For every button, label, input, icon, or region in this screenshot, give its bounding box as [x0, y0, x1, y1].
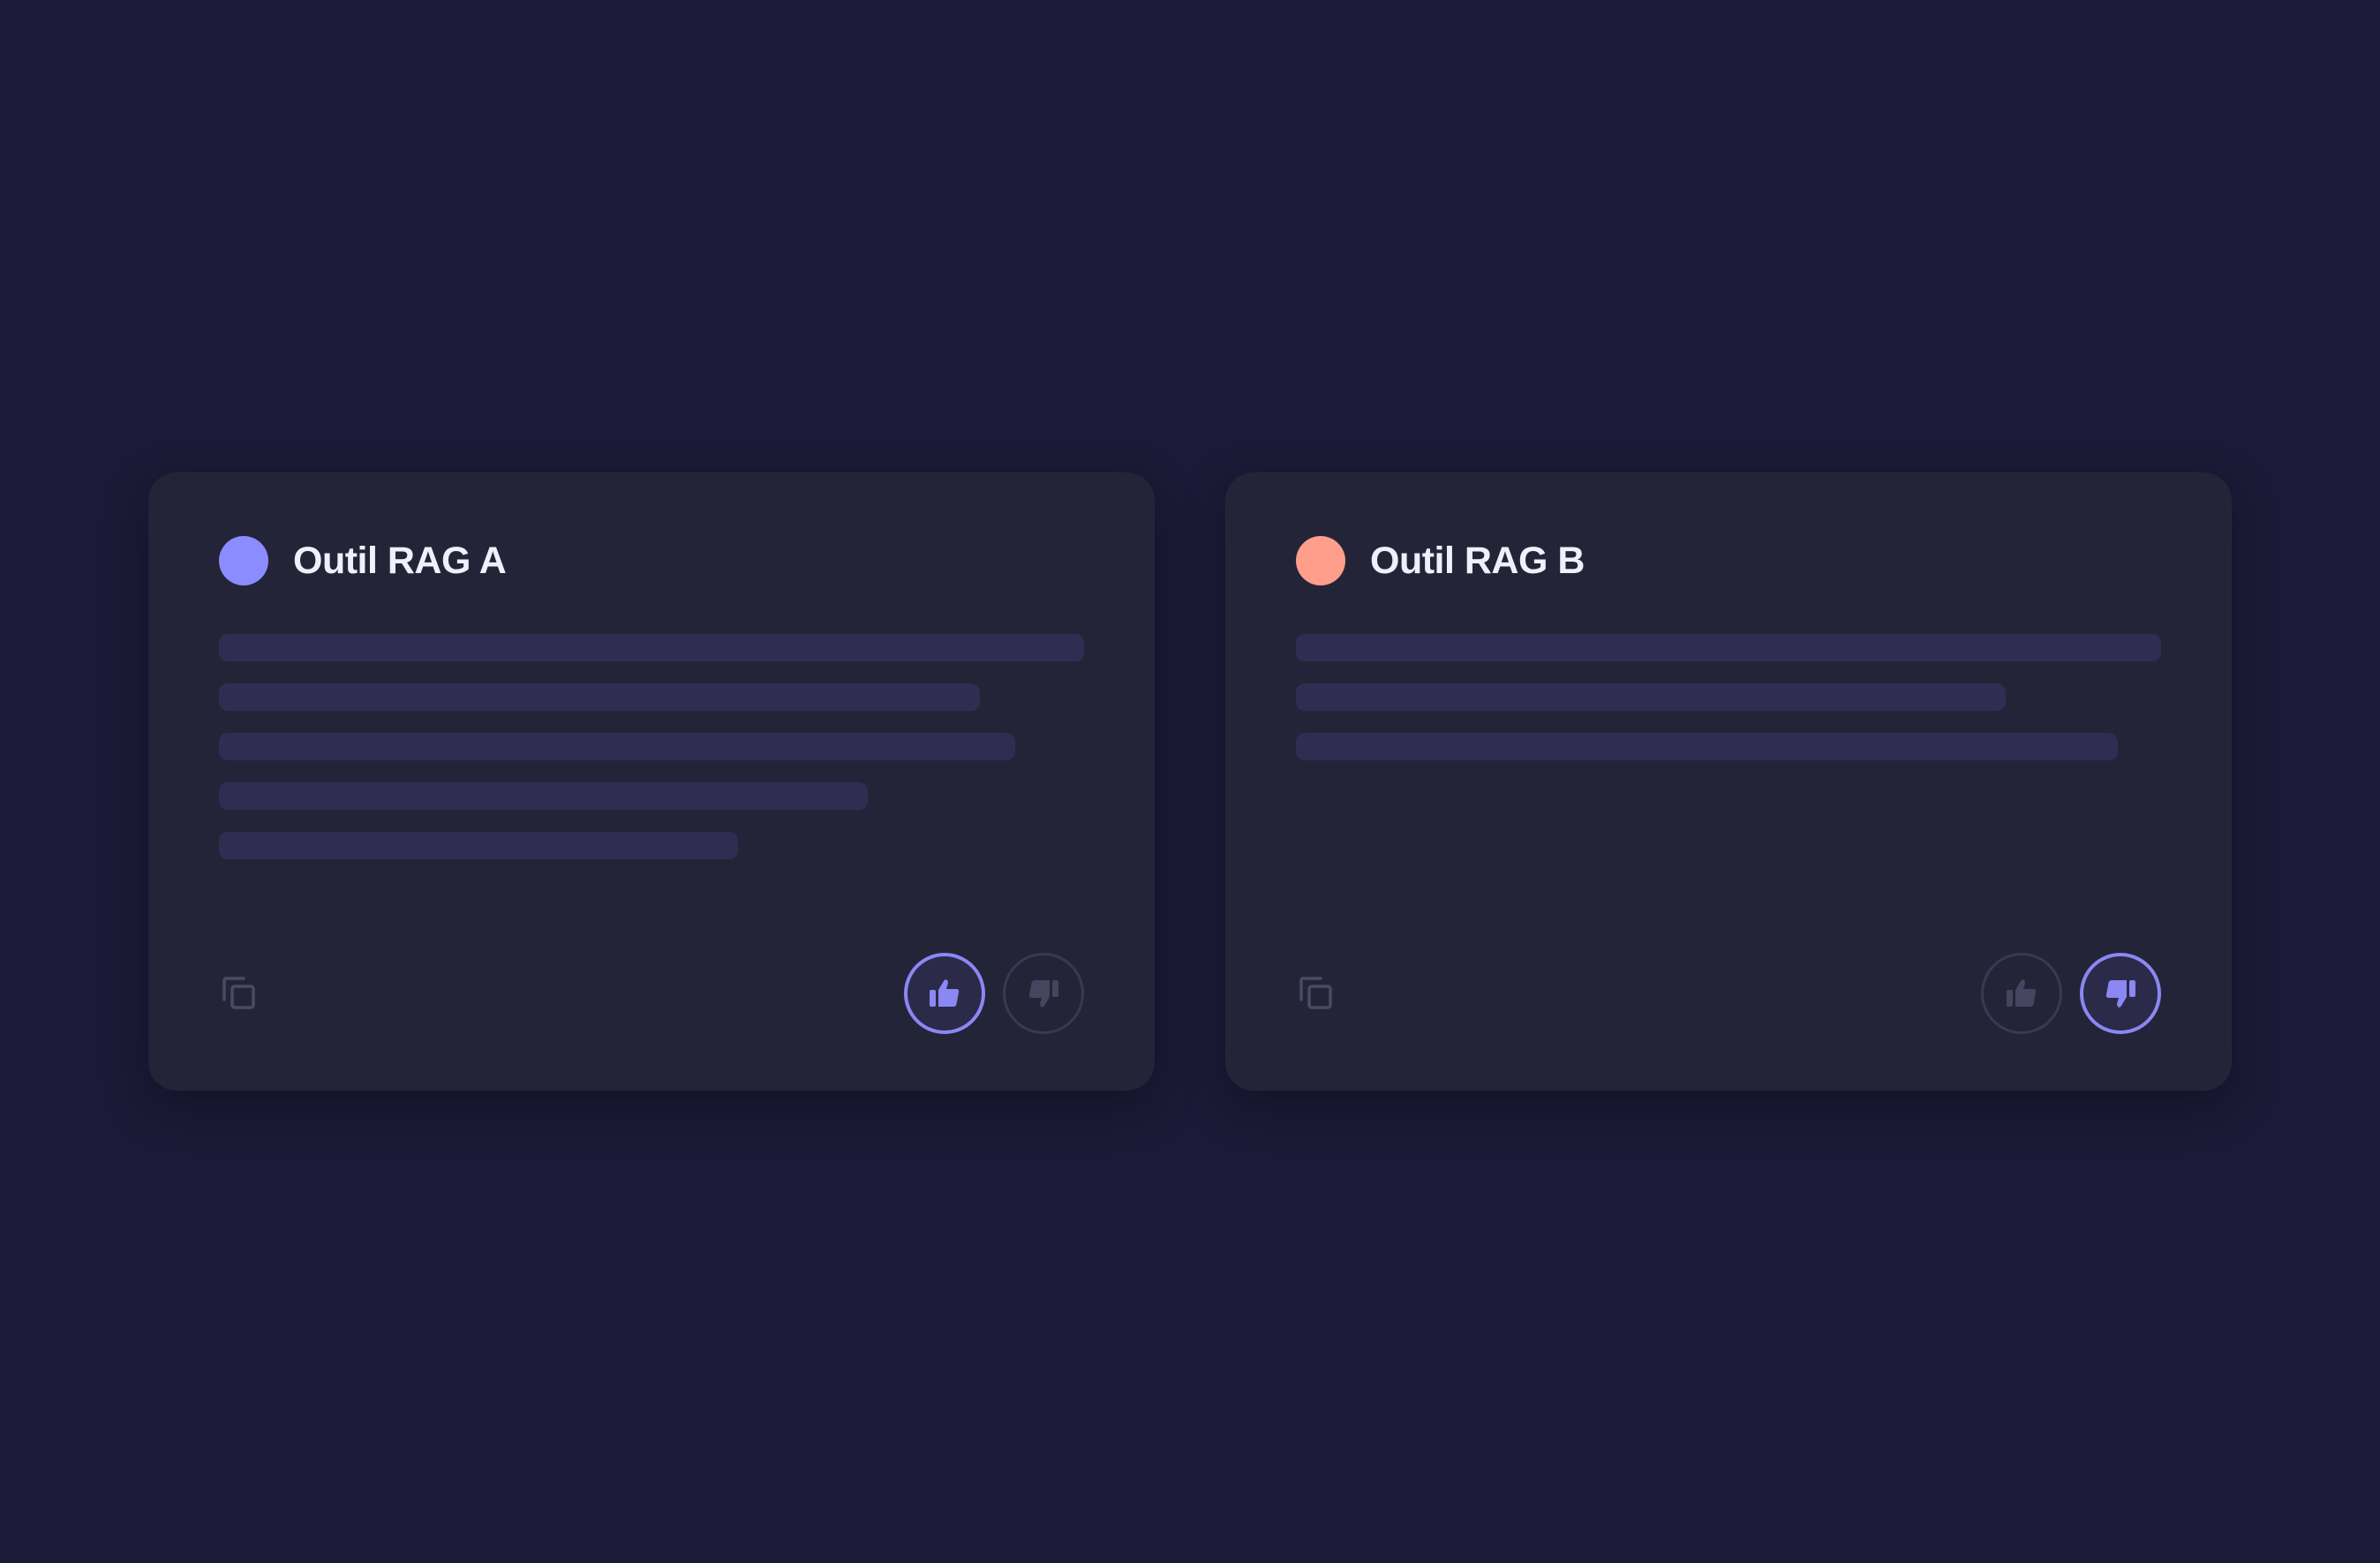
copy-icon: [222, 977, 255, 1009]
comparison-stage: Outil RAG A Outil RAG B: [0, 0, 2380, 1563]
rag-card-a: Outil RAG A: [148, 472, 1155, 1091]
card-header: Outil RAG A: [219, 536, 507, 585]
card-title: Outil RAG A: [293, 540, 507, 582]
copy-icon: [1299, 977, 1332, 1009]
placeholder-line: [219, 832, 738, 859]
rag-card-b: Outil RAG B: [1225, 472, 2232, 1091]
tool-color-dot: [1296, 536, 1345, 585]
copy-button[interactable]: [219, 973, 260, 1014]
vote-group: [1981, 953, 2161, 1034]
response-placeholder: [219, 634, 1084, 881]
placeholder-line: [219, 683, 981, 711]
tool-color-dot: [219, 536, 268, 585]
thumbs-up-icon: [2007, 979, 2037, 1007]
response-placeholder: [1296, 634, 2161, 782]
thumbs-down-icon: [1028, 980, 1058, 1008]
thumbs-up-button[interactable]: [904, 953, 985, 1034]
placeholder-line: [219, 733, 1015, 760]
copy-button[interactable]: [1296, 973, 1337, 1014]
thumbs-up-icon: [930, 979, 960, 1007]
vote-group: [904, 953, 1084, 1034]
card-title: Outil RAG B: [1370, 540, 1585, 582]
placeholder-line: [1296, 634, 2161, 661]
thumbs-down-button[interactable]: [1003, 953, 1084, 1034]
placeholder-line: [1296, 733, 2118, 760]
placeholder-line: [1296, 683, 2006, 711]
placeholder-line: [219, 782, 868, 810]
thumbs-down-icon: [2105, 980, 2135, 1008]
card-header: Outil RAG B: [1296, 536, 1585, 585]
placeholder-line: [219, 634, 1084, 661]
thumbs-up-button[interactable]: [1981, 953, 2062, 1034]
thumbs-down-button[interactable]: [2080, 953, 2161, 1034]
